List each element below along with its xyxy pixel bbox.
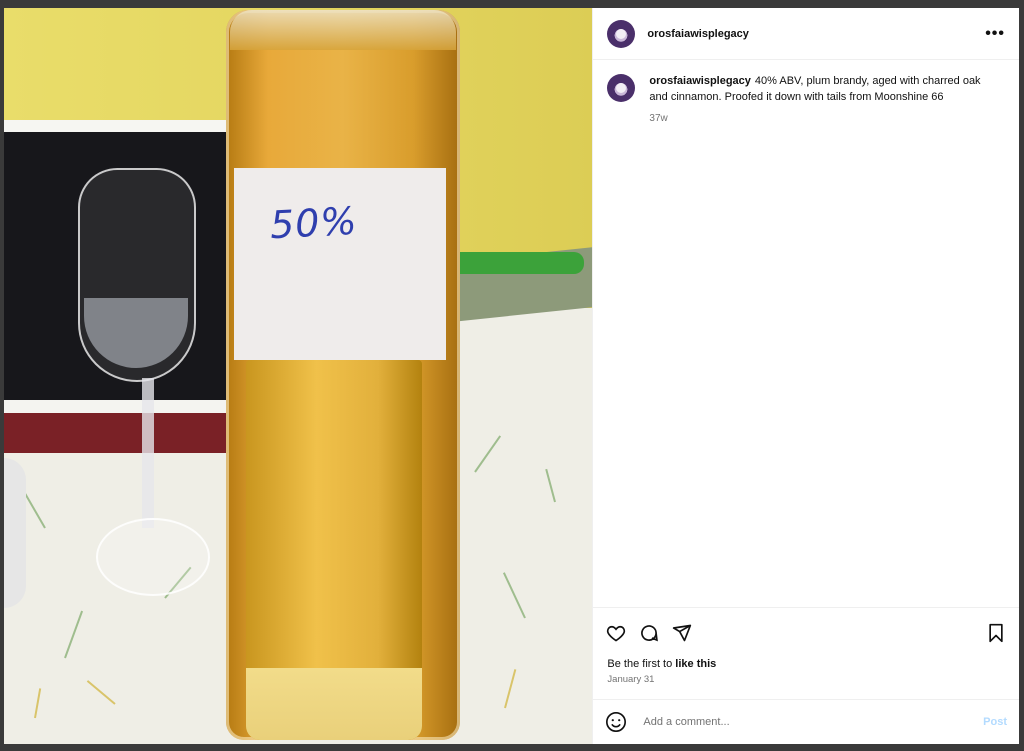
- more-options-icon[interactable]: •••: [985, 25, 1005, 43]
- emoji-icon[interactable]: [605, 711, 627, 733]
- add-comment-bar: Post: [593, 699, 1019, 744]
- share-icon[interactable]: [671, 622, 693, 644]
- post-caption: orosfaiawisplegacy 40% ABV, plum brandy, …: [607, 74, 1005, 127]
- action-bar: [593, 607, 1019, 658]
- post-comment-button[interactable]: Post: [983, 716, 1007, 728]
- photo-bottle-label: [234, 168, 446, 360]
- post-photo[interactable]: 50%: [4, 8, 593, 744]
- username-link[interactable]: orosfaiawisplegacy: [647, 28, 749, 40]
- caption-avatar[interactable]: [607, 74, 636, 102]
- photo-glass-foot: [96, 518, 210, 596]
- post-side-panel: orosfaiawisplegacy ••• orosfaiawisplegac…: [592, 8, 1019, 744]
- comment-icon[interactable]: [638, 622, 660, 644]
- photo-plate: [4, 458, 26, 608]
- caption-body: orosfaiawisplegacy 40% ABV, plum brandy, …: [649, 74, 989, 127]
- photo-green-object: [444, 252, 584, 274]
- photo-label-text: 50%: [268, 198, 359, 248]
- post-date[interactable]: January 31: [593, 670, 1019, 685]
- avatar[interactable]: [607, 19, 636, 48]
- comment-input[interactable]: [641, 715, 984, 729]
- caption-username[interactable]: orosfaiawisplegacy: [649, 75, 751, 87]
- like-this-link[interactable]: like this: [675, 658, 716, 670]
- post-header: orosfaiawisplegacy •••: [593, 8, 1019, 60]
- photo-glass-stem: [142, 378, 154, 528]
- photo-red-cloth: [4, 413, 244, 453]
- heart-icon[interactable]: [605, 622, 627, 644]
- photo-monitor-base: [4, 400, 254, 414]
- comments-section: orosfaiawisplegacy 40% ABV, plum brandy, …: [593, 60, 1019, 607]
- post-modal: 50% orosfaiawisplegacy ••• orosfaiawispl…: [4, 8, 1019, 744]
- photo-bottle-bottom: [246, 668, 422, 740]
- likes-summary: Be the first to like this: [593, 658, 1019, 670]
- photo-bottle-top: [230, 10, 456, 50]
- caption-timestamp[interactable]: 37w: [649, 111, 989, 127]
- bookmark-icon[interactable]: [985, 622, 1007, 644]
- likes-prefix: Be the first to: [607, 658, 673, 670]
